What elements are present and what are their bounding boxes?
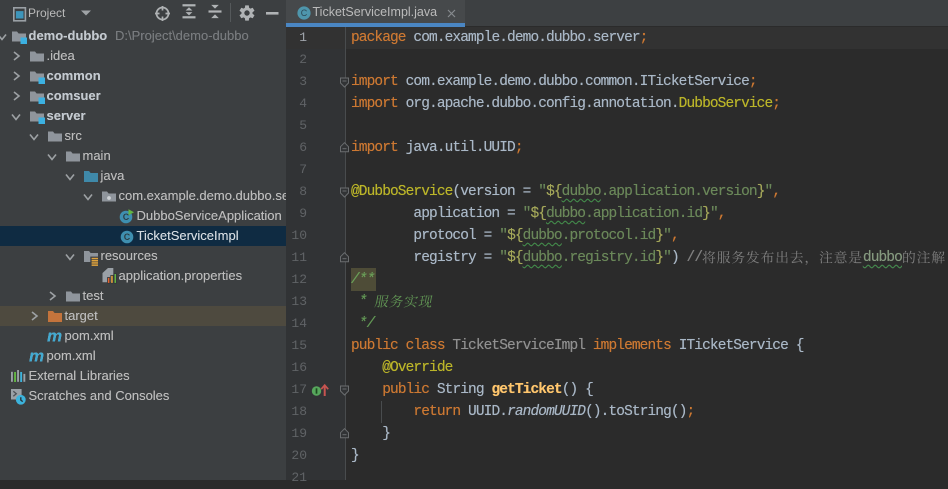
- svg-text:C: C: [124, 232, 131, 242]
- svg-text:C: C: [300, 8, 307, 18]
- svg-text:m: m: [47, 328, 62, 346]
- svg-text:m: m: [29, 348, 44, 366]
